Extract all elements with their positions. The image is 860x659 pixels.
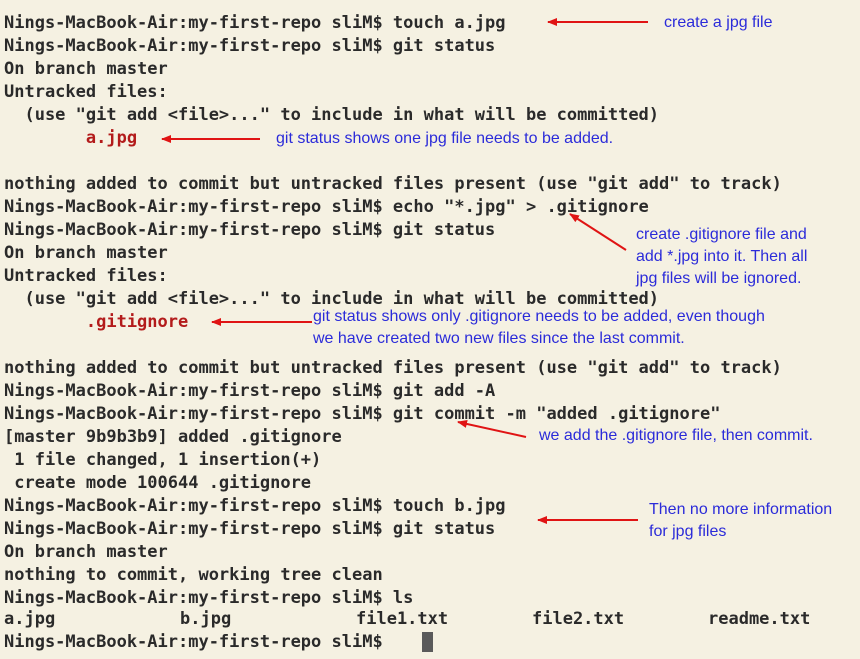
annotation-status-one-jpg: git status shows one jpg file needs to b… — [276, 130, 614, 147]
annotation-status-only-gitignore: git status shows only .gitignore needs t… — [313, 308, 765, 347]
annotation-add-commit: we add the .gitignore file, then commit. — [539, 427, 813, 444]
annotation-create-gitignore: create .gitignore file and add *.jpg int… — [636, 226, 808, 287]
arrow — [457, 420, 527, 438]
annotation-create-jpg: create a jpg file — [664, 14, 773, 31]
annotation-no-more-info: Then no more information for jpg files — [649, 501, 833, 540]
arrow — [569, 213, 627, 251]
